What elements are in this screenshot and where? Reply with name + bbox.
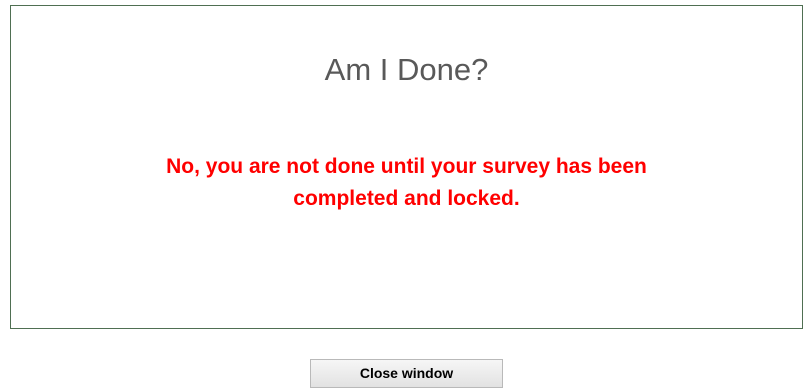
status-message-line-2: completed and locked.	[293, 187, 520, 210]
dialog-title: Am I Done?	[324, 52, 489, 87]
status-message: No, you are not done until your survey h…	[11, 151, 802, 215]
close-window-button[interactable]: Close window	[310, 359, 503, 388]
info-dialog: Am I Done? No, you are not done until yo…	[10, 5, 803, 329]
status-message-line-1: No, you are not done until your survey h…	[166, 155, 647, 178]
